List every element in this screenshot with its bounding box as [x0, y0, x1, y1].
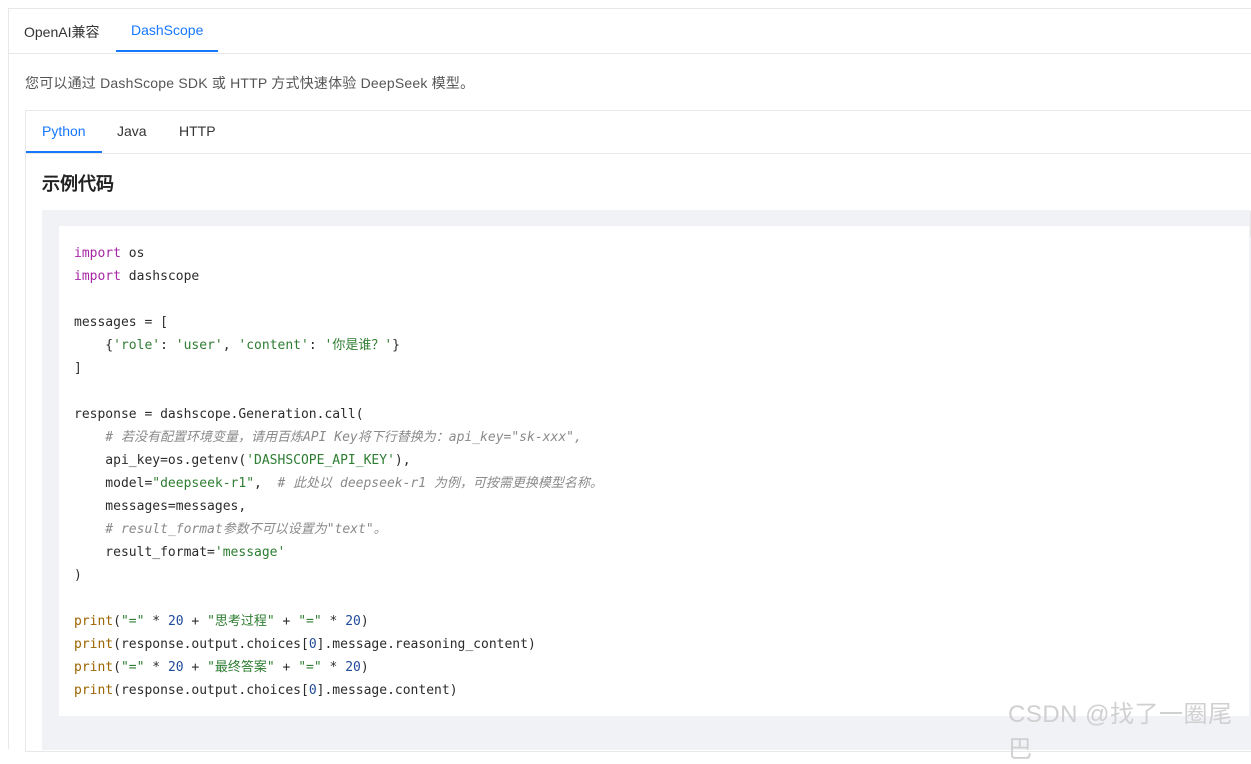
- code-token: +: [274, 660, 299, 675]
- code-token: }: [392, 338, 400, 353]
- code-token: 'content': [238, 338, 309, 353]
- tab-openai-compatible[interactable]: OpenAI兼容: [24, 22, 99, 42]
- code-block[interactable]: import os import dashscope messages = [ …: [59, 226, 1249, 716]
- code-token: '你是谁？': [324, 338, 393, 353]
- code-token: :: [308, 338, 325, 353]
- code-token: +: [183, 660, 208, 675]
- code-token: *: [321, 660, 346, 675]
- code-token: "=": [298, 614, 322, 629]
- code-token: 'user': [175, 338, 223, 353]
- csdn-watermark: CSDN @找了一圈尾巴: [1008, 701, 1233, 763]
- code-token: ): [360, 614, 369, 629]
- code-token: ),: [394, 453, 411, 468]
- code-token: *: [321, 614, 346, 629]
- code-token: +: [183, 614, 208, 629]
- code-token: api_key=os.getenv(: [74, 453, 247, 468]
- code-token: messages = [: [74, 315, 168, 330]
- tab-java[interactable]: Java: [117, 123, 147, 139]
- active-language-indicator: [26, 151, 102, 153]
- code-token: 0: [308, 683, 317, 698]
- code-token: "最终答案": [207, 660, 275, 675]
- code-token: 20: [167, 660, 184, 675]
- code-token: *: [144, 614, 168, 629]
- code-token: os: [120, 246, 145, 261]
- code-token: ): [74, 568, 82, 583]
- code-token: response = dashscope.Generation.call(: [74, 407, 364, 422]
- code-token: 'role': [113, 338, 161, 353]
- code-token: ,: [222, 338, 239, 353]
- section-title: 示例代码: [42, 174, 114, 194]
- code-token: ): [360, 660, 369, 675]
- top-tab-bar: OpenAI兼容 DashScope: [9, 9, 1251, 54]
- code-token: "思考过程": [207, 614, 275, 629]
- code-token: print: [74, 614, 114, 629]
- code-token: result_format=: [74, 545, 215, 560]
- code-token: 20: [345, 660, 361, 675]
- code-token: 'message': [214, 545, 286, 560]
- code-token: print: [74, 637, 114, 652]
- code-token: :: [160, 338, 176, 353]
- code-token: print: [74, 683, 114, 698]
- code-token: (: [113, 614, 121, 629]
- code-token: 'DASHSCOPE_API_KEY': [246, 453, 395, 468]
- code-token: (: [113, 660, 121, 675]
- code-token: (response.output.choices[: [113, 637, 309, 652]
- active-tab-indicator: [116, 50, 218, 52]
- code-token: 0: [308, 637, 317, 652]
- tab-dashscope[interactable]: DashScope: [131, 22, 203, 38]
- code-token: "=": [298, 660, 322, 675]
- code-comment: # result_format参数不可以设置为"text"。: [74, 522, 387, 537]
- code-token: (response.output.choices[: [113, 683, 309, 698]
- code-token: *: [144, 660, 168, 675]
- code-token: print: [74, 660, 114, 675]
- code-token: 20: [167, 614, 184, 629]
- tab-http[interactable]: HTTP: [179, 123, 216, 139]
- code-text[interactable]: import os import dashscope messages = [ …: [74, 242, 603, 702]
- code-block-wrapper: import os import dashscope messages = [ …: [42, 210, 1251, 750]
- tab-python[interactable]: Python: [42, 123, 86, 139]
- code-token: messages=messages,: [74, 499, 247, 514]
- code-token: import: [74, 246, 121, 261]
- code-token: ]: [74, 361, 82, 376]
- code-example-card: Python Java HTTP 示例代码 import os import d…: [25, 110, 1251, 752]
- code-comment: # 此处以 deepseek-r1 为例，可按需更换模型名称。: [277, 476, 603, 491]
- code-token: dashscope: [120, 269, 200, 284]
- code-token: "deepseek-r1": [152, 476, 255, 491]
- dashscope-panel: OpenAI兼容 DashScope 您可以通过 DashScope SDK 或…: [8, 8, 1251, 752]
- code-token: 20: [345, 614, 361, 629]
- code-token: "=": [120, 614, 145, 629]
- description-text: 您可以通过 DashScope SDK 或 HTTP 方式快速体验 DeepSe…: [25, 75, 475, 91]
- code-token: "=": [120, 660, 145, 675]
- code-token: import: [74, 269, 121, 284]
- code-token: ,: [254, 476, 278, 491]
- code-token: +: [274, 614, 299, 629]
- code-token: ].message.content): [316, 683, 458, 698]
- language-tab-bar: Python Java HTTP: [26, 111, 1251, 154]
- code-token: ].message.reasoning_content): [316, 637, 536, 652]
- code-token: {: [74, 338, 114, 353]
- code-token: model=: [74, 476, 153, 491]
- code-comment: # 若没有配置环境变量，请用百炼API Key将下行替换为：api_key="s…: [74, 430, 582, 445]
